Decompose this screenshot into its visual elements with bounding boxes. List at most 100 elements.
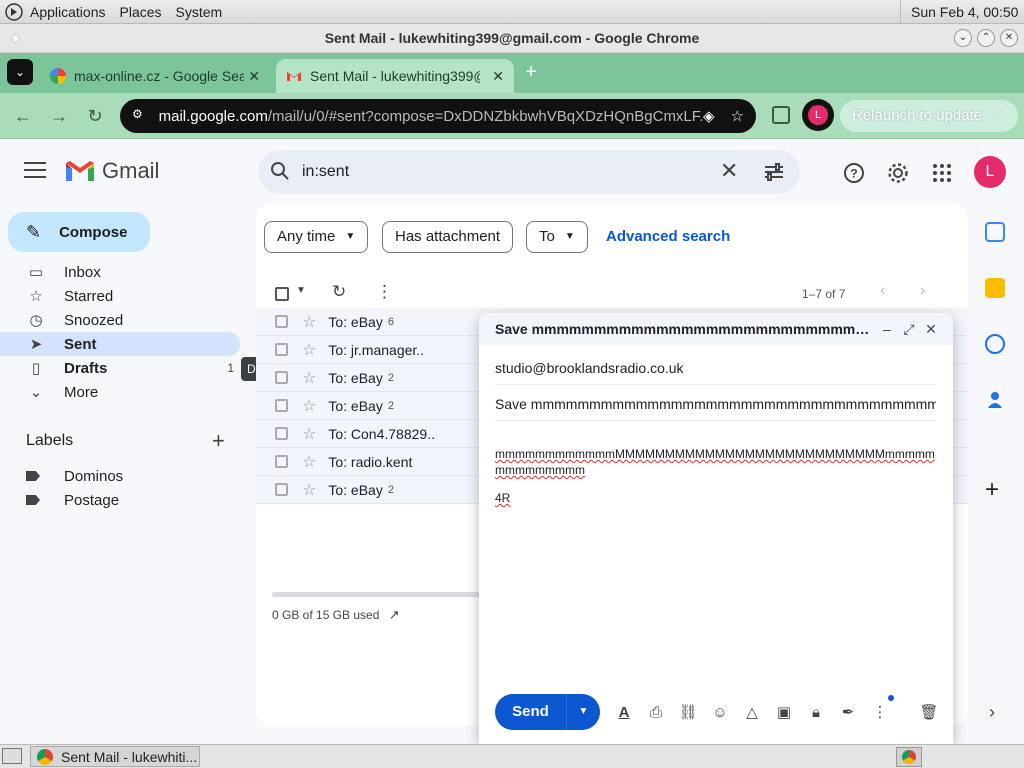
search-input[interactable]: in:sent <box>302 163 349 181</box>
tab-search-icon[interactable]: ⌄ <box>7 59 33 85</box>
minimize-icon[interactable]: – <box>881 321 893 337</box>
os-menu-system[interactable]: System <box>176 4 223 20</box>
side-panel-icon[interactable] <box>772 106 790 124</box>
close-icon[interactable]: ✕ <box>925 321 937 338</box>
select-dropdown-icon[interactable]: ▼ <box>296 285 306 296</box>
back-arrow-icon[interactable]: ← <box>12 105 34 127</box>
send-options-icon[interactable]: ▼ <box>567 694 600 730</box>
reload-icon[interactable]: ↻ <box>84 105 106 127</box>
contacts-icon[interactable] <box>985 390 1005 410</box>
os-menu-places[interactable]: Places <box>120 4 162 20</box>
formatting-icon[interactable]: A <box>612 700 636 724</box>
label-postage[interactable]: Postage <box>26 488 119 512</box>
more-options-icon[interactable]: ⋮ <box>868 695 894 724</box>
attach-icon[interactable]: ⎙ <box>644 700 668 724</box>
horizontal-scrollbar[interactable] <box>272 592 482 597</box>
row-checkbox[interactable] <box>275 455 288 468</box>
send-button[interactable]: Send ▼ <box>495 694 600 730</box>
tab-google-search[interactable]: max-online.cz - Google Sea ✕ <box>40 59 270 93</box>
minimize-icon[interactable]: ⌄ <box>954 29 972 47</box>
sidebar-item-starred[interactable]: ☆ Starred <box>0 284 240 308</box>
filter-to[interactable]: To ▼ <box>526 221 588 253</box>
close-icon[interactable]: ✕ <box>1000 29 1018 47</box>
discard-trash-icon[interactable]: 🗑︎ <box>917 700 941 724</box>
tray-chrome-button[interactable] <box>896 747 922 767</box>
photo-icon[interactable]: ▣ <box>772 700 796 724</box>
apps-grid-icon[interactable] <box>930 161 954 185</box>
filter-has-attachment[interactable]: Has attachment <box>382 221 514 253</box>
account-avatar[interactable]: L <box>974 156 1006 188</box>
star-icon[interactable]: ☆ <box>302 396 316 416</box>
sidebar-item-drafts[interactable]: ▯ Drafts 1 <box>0 356 240 380</box>
next-page-icon[interactable]: › <box>920 282 925 300</box>
row-checkbox[interactable] <box>275 315 288 328</box>
tab-close-icon[interactable]: ✕ <box>492 68 504 85</box>
extension-icon[interactable]: ◈ <box>703 107 715 125</box>
confidential-lock-icon[interactable]: 🔒︎ <box>804 700 828 724</box>
os-menu-applications[interactable]: Applications <box>30 4 106 20</box>
recipients-field[interactable]: studio@brooklandsradio.co.uk <box>495 351 936 385</box>
external-link-icon[interactable]: ↗ <box>389 607 400 622</box>
drive-icon[interactable]: △ <box>740 700 764 724</box>
star-icon[interactable]: ☆ <box>302 368 316 388</box>
compose-button[interactable]: ✎ Compose <box>8 212 150 252</box>
compose-header[interactable]: Save mmmmmmmmmmmmmmmmmmmmmmmmmmmm... – ⤢… <box>479 313 953 345</box>
more-options-icon[interactable]: ⋮ <box>376 282 393 302</box>
emoji-icon[interactable]: ☺ <box>708 700 732 724</box>
search-icon[interactable] <box>270 161 290 184</box>
taskbar-window-button[interactable]: Sent Mail - lukewhiti... <box>30 746 200 767</box>
window-menu-icon[interactable] <box>11 34 20 43</box>
star-icon[interactable]: ☆ <box>302 424 316 444</box>
add-label-icon[interactable]: + <box>212 428 225 454</box>
advanced-search-link[interactable]: Advanced search <box>606 228 730 245</box>
link-icon[interactable]: ⛓ <box>676 700 700 724</box>
profile-avatar[interactable]: L <box>802 99 834 131</box>
clear-search-icon[interactable]: ✕ <box>720 160 738 182</box>
row-checkbox[interactable] <box>275 343 288 356</box>
keep-icon[interactable] <box>985 278 1005 298</box>
kebab-menu-icon[interactable]: ⋮ <box>991 100 1006 132</box>
mail-search-bar[interactable]: in:sent ✕ <box>258 150 800 194</box>
row-checkbox[interactable] <box>275 399 288 412</box>
subject-field[interactable]: Save mmmmmmmmmmmmmmmmmmmmmmmmmmmmmmmmmmm… <box>495 387 936 421</box>
star-icon[interactable]: ☆ <box>302 340 316 360</box>
expand-panel-icon[interactable]: › <box>989 702 995 723</box>
tasks-icon[interactable] <box>985 334 1005 354</box>
add-addon-icon[interactable]: + <box>985 476 999 504</box>
relaunch-button[interactable]: Relaunch to update ⋮ <box>840 100 1018 132</box>
fullscreen-icon[interactable]: ⤢ <box>903 321 915 338</box>
star-icon[interactable]: ☆ <box>302 480 316 500</box>
forward-arrow-icon[interactable]: → <box>48 105 70 127</box>
filter-any-time[interactable]: Any time ▼ <box>264 221 369 253</box>
select-all-checkbox[interactable] <box>275 287 289 301</box>
calendar-icon[interactable] <box>985 222 1005 242</box>
help-icon[interactable]: ? <box>842 161 866 185</box>
site-info-icon[interactable]: ⚙ <box>132 107 150 125</box>
os-clock[interactable]: Sun Feb 4, 00:50 <box>900 0 1018 24</box>
message-body[interactable]: mmmmmmmmmmmmMMMMMMMMMMMMMMMMMMMMMMMMMMMm… <box>495 446 936 518</box>
star-icon[interactable]: ☆ <box>302 452 316 472</box>
sidebar-item-snoozed[interactable]: ◷ Snoozed <box>0 308 240 332</box>
sidebar-item-sent[interactable]: ➤ Sent <box>0 332 240 356</box>
new-tab-icon[interactable]: + <box>520 61 542 83</box>
tab-close-icon[interactable]: ✕ <box>248 68 260 85</box>
refresh-icon[interactable]: ↻ <box>332 282 346 302</box>
main-menu-icon[interactable] <box>24 162 46 180</box>
maximize-icon[interactable]: ⌃ <box>977 29 995 47</box>
search-options-icon[interactable] <box>764 162 784 185</box>
gnome-logo-icon[interactable] <box>4 2 24 22</box>
address-bar[interactable]: ⚙ mail.google.com /mail/u/0/#sent?compos… <box>120 99 756 133</box>
row-checkbox[interactable] <box>275 371 288 384</box>
signature-pen-icon[interactable]: ✒ <box>836 700 860 724</box>
show-desktop-icon[interactable] <box>2 748 22 764</box>
row-checkbox[interactable] <box>275 483 288 496</box>
sidebar-item-inbox[interactable]: ▭ Inbox <box>0 260 240 284</box>
bookmark-star-icon[interactable]: ☆ <box>731 107 744 125</box>
sidebar-item-more[interactable]: ⌄ More <box>0 380 240 404</box>
prev-page-icon[interactable]: ‹ <box>880 282 885 300</box>
gmail-logo[interactable]: Gmail <box>64 158 159 184</box>
star-icon[interactable]: ☆ <box>302 312 316 332</box>
row-checkbox[interactable] <box>275 427 288 440</box>
settings-gear-icon[interactable] <box>886 161 910 185</box>
label-dominos[interactable]: Dominos <box>26 464 123 488</box>
